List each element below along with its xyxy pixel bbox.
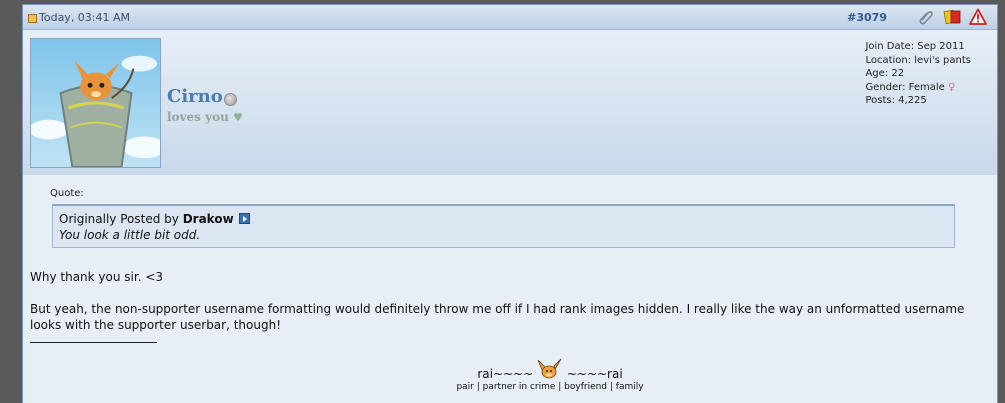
- forum-post: Today, 03:41 AM #3079 Cirno loves you ♥ …: [22, 4, 998, 403]
- quote-author: Drakow: [182, 212, 234, 226]
- age: Age: 22: [865, 68, 905, 79]
- post-header: Today, 03:41 AM #3079: [23, 5, 997, 30]
- quote-label: Quote:: [50, 188, 84, 199]
- username-link[interactable]: Cirno: [167, 86, 223, 107]
- report-warning-icon[interactable]: [969, 8, 987, 26]
- view-post-icon[interactable]: [239, 213, 251, 224]
- user-stats: Join Date: Sep 2011 Location: levi's pan…: [865, 40, 971, 108]
- message-line-2: But yeah, the non-supporter username for…: [30, 302, 965, 332]
- post-header-icons: [917, 8, 987, 26]
- paperclip-icon[interactable]: [917, 8, 935, 26]
- user-title: loves you ♥: [167, 110, 243, 124]
- post-status-icon: [28, 14, 37, 23]
- location: Location: levi's pants: [865, 54, 971, 66]
- raichu-sprite-icon: [537, 358, 562, 379]
- quote-box: Originally Posted by Drakow You look a l…: [52, 204, 955, 248]
- post-number-link[interactable]: #3079: [847, 11, 887, 24]
- post-body: Quote: Originally Posted by Drakow You l…: [23, 175, 997, 392]
- message-text: Why thank you sir. <3 But yeah, the non-…: [30, 269, 970, 333]
- gender: Gender: Female ♀: [865, 81, 971, 95]
- message-line-1: Why thank you sir. <3: [30, 270, 164, 284]
- user-title-text: loves you: [167, 110, 229, 124]
- female-icon: ♀: [948, 81, 956, 93]
- signature-main: rai~~~~ ~~~~rai: [30, 358, 1005, 381]
- signature-right: ~~~~rai: [566, 367, 623, 381]
- signature-subtitle: pair | partner in crime | boyfriend | fa…: [456, 382, 644, 392]
- post-date: Today, 03:41 AM: [39, 11, 131, 24]
- signature-divider: [30, 342, 157, 343]
- signature-left: rai~~~~: [477, 367, 534, 381]
- post-count: Posts: 4,225: [865, 95, 927, 106]
- offline-status-icon: [224, 93, 237, 106]
- user-avatar[interactable]: [30, 38, 161, 168]
- quote-prefix: Originally Posted by: [59, 212, 179, 226]
- quote-attribution: Originally Posted by Drakow: [59, 212, 954, 226]
- signature: rai~~~~ ~~~~rai pair | partner in crime …: [30, 358, 1005, 392]
- post-user-info: Cirno loves you ♥ Join Date: Sep 2011 Lo…: [23, 30, 997, 175]
- quote-text: You look a little bit odd.: [59, 228, 201, 242]
- yellow-red-card-icon[interactable]: [943, 8, 961, 26]
- heart-icon: ♥: [233, 111, 243, 124]
- join-date: Join Date: Sep 2011: [865, 41, 965, 52]
- gender-text: Gender: Female: [865, 81, 945, 93]
